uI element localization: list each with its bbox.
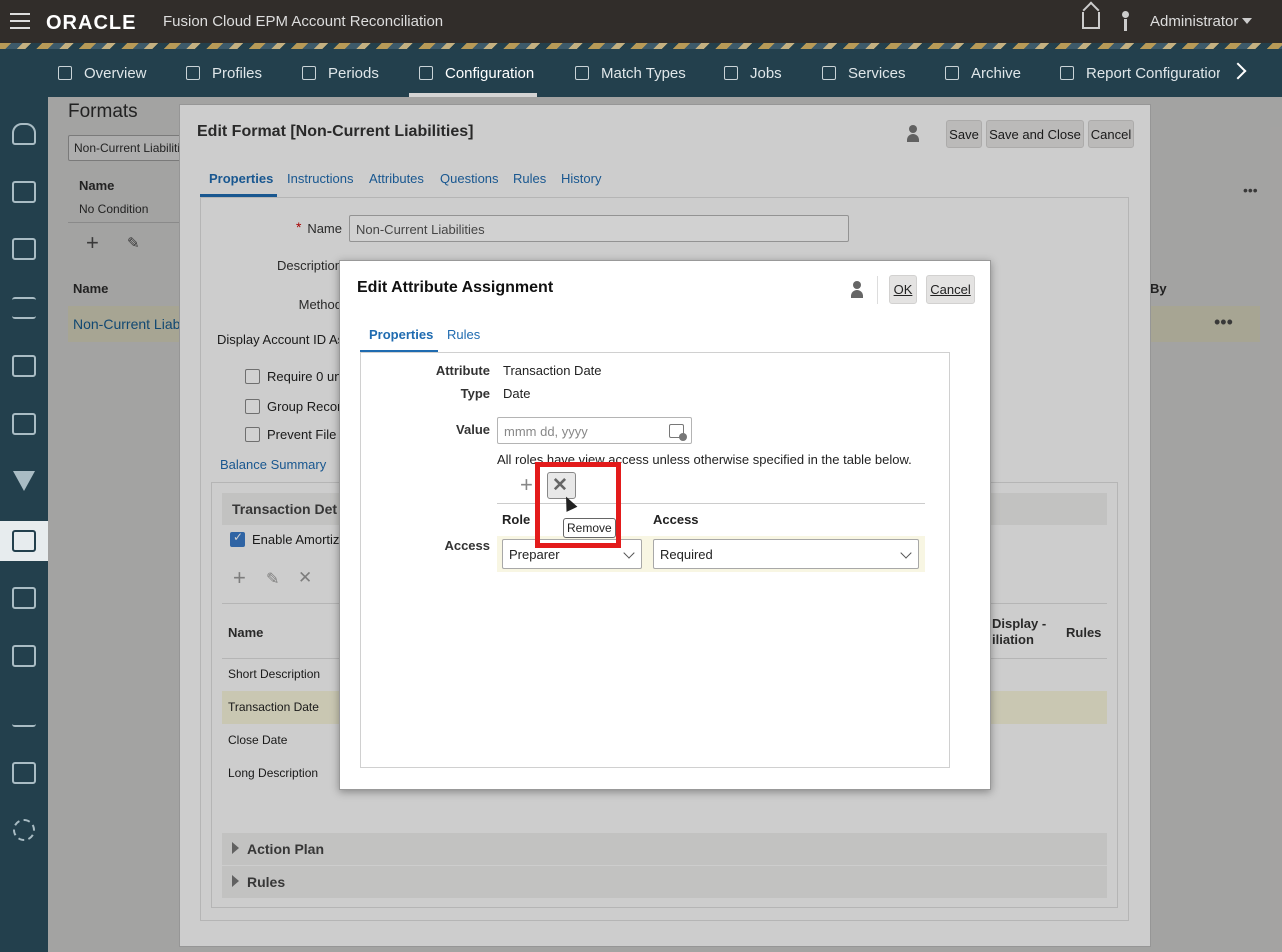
access-label: Access — [444, 538, 490, 553]
tab-profiles[interactable]: Profiles — [186, 65, 262, 82]
transfer-icon[interactable] — [12, 297, 36, 319]
sliders-icon — [302, 66, 316, 80]
chevron-down-icon — [623, 547, 635, 559]
tab-archive[interactable]: Archive — [945, 65, 1021, 82]
ok-button[interactable]: OK — [889, 275, 917, 304]
add-icon[interactable]: + — [520, 472, 533, 498]
briefcase-icon — [822, 66, 836, 80]
user-menu[interactable]: Administrator — [1150, 13, 1238, 30]
help-user-icon[interactable] — [851, 281, 869, 301]
tab-periods[interactable]: Periods — [302, 65, 379, 82]
role-header: Role — [502, 512, 531, 527]
tab-overview[interactable]: Overview — [58, 65, 147, 82]
report-gear-icon[interactable] — [12, 355, 36, 377]
date-input[interactable]: mmm dd, yyyy — [497, 417, 692, 444]
reconcile-icon[interactable] — [12, 181, 36, 203]
top-bar: ORACLE Fusion Cloud EPM Account Reconcil… — [0, 0, 1282, 43]
cube-icon — [58, 66, 72, 80]
value-label: Value — [456, 422, 490, 437]
nav-bar: Overview Profiles Periods Configuration … — [0, 49, 1282, 97]
product-title: Fusion Cloud EPM Account Reconciliation — [163, 13, 444, 30]
home-icon[interactable] — [1082, 1, 1100, 29]
type-label: Type — [460, 386, 490, 401]
oracle-logo: ORACLE — [46, 12, 137, 34]
tab-configuration[interactable]: Configuration — [419, 65, 534, 82]
tab-report-configuration[interactable]: Report Configuratior — [1060, 65, 1220, 82]
access-header: Access — [653, 512, 699, 527]
calculator-icon[interactable] — [12, 645, 36, 667]
hierarchy-icon[interactable] — [12, 705, 36, 727]
formats-icon[interactable] — [12, 530, 36, 552]
clipboard-icon — [724, 66, 738, 80]
location-pin-icon — [945, 66, 959, 80]
chevron-right-icon[interactable] — [1229, 62, 1247, 80]
bell-icon[interactable] — [12, 123, 36, 145]
document-arrows-icon — [575, 66, 589, 80]
tab-rules[interactable]: Rules — [447, 327, 480, 342]
document-gear-icon[interactable] — [12, 238, 36, 260]
tab-match-types[interactable]: Match Types — [575, 65, 686, 82]
tab-jobs[interactable]: Jobs — [724, 65, 782, 82]
cancel-button[interactable]: Cancel — [926, 275, 975, 304]
access-value: Required — [660, 547, 713, 562]
accessibility-icon[interactable] — [1120, 11, 1130, 31]
tab-properties[interactable]: Properties — [369, 327, 433, 342]
access-select[interactable]: Required — [653, 539, 919, 569]
clipboard-icon[interactable] — [12, 413, 36, 435]
attribute-value: Transaction Date — [503, 363, 602, 378]
tab-services[interactable]: Services — [822, 65, 906, 82]
role-value: Preparer — [509, 547, 560, 562]
tooltip: Remove — [563, 518, 616, 538]
type-value: Date — [503, 386, 531, 401]
settings-icon[interactable] — [13, 819, 35, 841]
menu-icon[interactable] — [10, 13, 30, 29]
dialog-title: Edit Attribute Assignment — [357, 279, 554, 296]
attribute-label: Attribute — [435, 363, 490, 378]
tools-icon — [419, 66, 433, 80]
chevron-down-icon — [900, 547, 912, 559]
document-eye-icon[interactable] — [12, 587, 36, 609]
report-icon — [1060, 66, 1074, 80]
clipboard-icon — [186, 66, 200, 80]
calendar-icon[interactable] — [12, 762, 36, 784]
calendar-icon[interactable] — [669, 424, 687, 441]
divider — [877, 276, 878, 304]
filter-icon[interactable] — [13, 471, 35, 491]
chevron-down-icon[interactable] — [1242, 18, 1252, 24]
